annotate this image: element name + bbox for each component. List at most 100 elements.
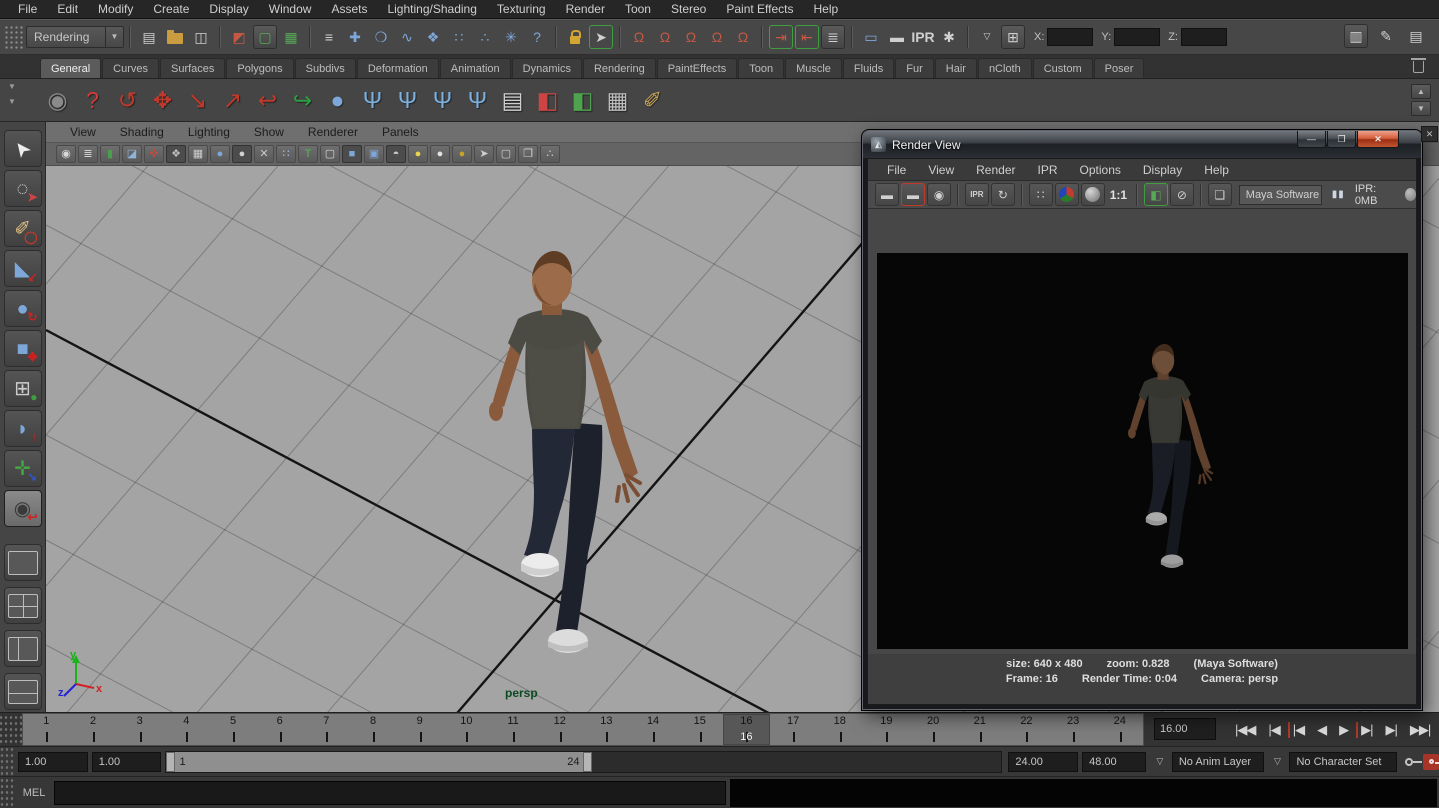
make-live-button[interactable]: Ω	[731, 25, 755, 49]
paint-selection-tool[interactable]: ✐◯	[4, 210, 42, 247]
shelf-tab-fur[interactable]: Fur	[895, 58, 934, 78]
animation-end-field[interactable]: 48.00	[1082, 752, 1146, 772]
shelf-item-tumble-camera[interactable]: ↺	[110, 82, 145, 118]
shelf-scroll-down-button[interactable]: ▼	[1411, 101, 1431, 116]
rgb-channels-button[interactable]	[1055, 183, 1079, 206]
timeline-frame-18[interactable]: 18	[816, 714, 863, 745]
character-model[interactable]	[480, 243, 665, 663]
command-drag-handle[interactable]	[0, 777, 14, 808]
shelf-item-delete-object[interactable]: ●	[320, 82, 355, 118]
shelf-tab-general[interactable]: General	[40, 58, 101, 78]
command-result-area[interactable]	[730, 779, 1437, 807]
render-view-menu-file[interactable]: File	[876, 163, 917, 177]
universal-manipulator-tool[interactable]: ⊞●	[4, 370, 42, 407]
step-forward-key-button[interactable]: ▶|	[1356, 722, 1377, 738]
timeline-frame-13[interactable]: 13	[583, 714, 630, 745]
toolbar-drag-handle[interactable]	[4, 25, 24, 49]
four-pane-layout-button[interactable]	[4, 587, 42, 624]
snap-spray-button[interactable]: ✳	[499, 25, 523, 49]
auto-keyframe-toggle[interactable]	[1423, 754, 1439, 770]
play-backwards-button[interactable]: ◀	[1312, 722, 1331, 738]
ipr-render-button[interactable]: IPR	[911, 25, 935, 49]
shelf-item-help[interactable]: ?	[75, 82, 110, 118]
snapshot-button[interactable]: ◉	[927, 183, 951, 206]
shelf-tab-deformation[interactable]: Deformation	[357, 58, 439, 78]
tumble-camera-icon[interactable]: ◉	[56, 145, 76, 163]
shelf-item-zoom-camera[interactable]: ↗	[215, 82, 250, 118]
output-connections-button[interactable]: ⇥	[795, 25, 819, 49]
shaded-cube-icon[interactable]: ■	[342, 145, 362, 163]
shelf-item-hierarchy-unparent[interactable]: Ψ	[460, 82, 495, 118]
open-scene-button[interactable]	[163, 25, 187, 49]
timeline-frame-10[interactable]: 10	[443, 714, 490, 745]
menu-lighting-shading[interactable]: Lighting/Shading	[377, 0, 486, 18]
shelf-tab-curves[interactable]: Curves	[102, 58, 159, 78]
menu-texturing[interactable]: Texturing	[487, 0, 556, 18]
timeline-frame-16[interactable]: 1616	[723, 714, 770, 745]
menu-modify[interactable]: Modify	[88, 0, 143, 18]
viewport-menu-panels[interactable]: Panels	[370, 125, 431, 139]
share-view-icon[interactable]: ∴	[540, 145, 560, 163]
shelf-tab-hair[interactable]: Hair	[935, 58, 977, 78]
play-forwards-button[interactable]: ▶	[1334, 722, 1353, 738]
pane-close-button[interactable]: ✕	[1421, 126, 1438, 142]
shelf-item-select-object-cursor[interactable]: ◧	[530, 82, 565, 118]
snap-to-point-button[interactable]: Ω	[679, 25, 703, 49]
z-coordinate-input[interactable]	[1181, 28, 1227, 46]
snap-move-button[interactable]: ✚	[343, 25, 367, 49]
render-settings-button[interactable]: ✱	[937, 25, 961, 49]
timeline-frame-8[interactable]: 8	[350, 714, 397, 745]
hud-text-icon[interactable]: T	[298, 145, 318, 163]
maximize-button[interactable]: ❐	[1327, 131, 1356, 148]
camera-tumble-tool[interactable]: ◉↩	[4, 490, 42, 527]
select-by-component-button[interactable]: ▦	[279, 25, 303, 49]
channel-box-toggle[interactable]: ▥	[1344, 24, 1368, 48]
sort-button[interactable]: ≡	[317, 25, 341, 49]
shelf-tab-subdivs[interactable]: Subdivs	[295, 58, 356, 78]
no-texture-icon[interactable]: ✕	[254, 145, 274, 163]
shelf-tab-painteffects[interactable]: PaintEffects	[657, 58, 738, 78]
shelf-tab-toon[interactable]: Toon	[738, 58, 784, 78]
snap-help-button[interactable]: ?	[525, 25, 549, 49]
remove-image-button[interactable]: ⊘	[1170, 183, 1194, 206]
shaded-sphere-icon[interactable]: ●	[210, 145, 230, 163]
shelf-item-film-reel[interactable]: ◉	[40, 82, 75, 118]
x-coordinate-input[interactable]	[1047, 28, 1093, 46]
shelf-item-hierarchy-parent[interactable]: Ψ	[390, 82, 425, 118]
input-connections-button[interactable]: ⇥	[769, 25, 793, 49]
soft-modification-tool[interactable]: ◗↑	[4, 410, 42, 447]
timeline-frame-3[interactable]: 3	[116, 714, 163, 745]
shelf-tab-rendering[interactable]: Rendering	[583, 58, 656, 78]
layered-view-icon[interactable]: ❐	[518, 145, 538, 163]
animation-start-field[interactable]: 1.00	[18, 752, 88, 772]
timeline-frame-12[interactable]: 12	[536, 714, 583, 745]
snap-curve-button[interactable]: ∿	[395, 25, 419, 49]
shelf-item-dolly-camera[interactable]: ↘	[180, 82, 215, 118]
timeline-frame-17[interactable]: 17	[770, 714, 817, 745]
pan-zoom-icon[interactable]: ✜	[144, 145, 164, 163]
timeline-frame-15[interactable]: 15	[676, 714, 723, 745]
single-pane-layout-button[interactable]	[4, 544, 42, 581]
menu-edit[interactable]: Edit	[47, 0, 88, 18]
shelf-tab-poser[interactable]: Poser	[1094, 58, 1145, 78]
timeline-frame-5[interactable]: 5	[210, 714, 257, 745]
step-back-key-button[interactable]: |◀	[1288, 722, 1309, 738]
range-drag-handle[interactable]	[0, 747, 14, 776]
shelf-tab-surfaces[interactable]: Surfaces	[160, 58, 225, 78]
keep-image-button[interactable]: ❏	[1208, 183, 1232, 206]
film-gate-icon[interactable]: ▦	[188, 145, 208, 163]
rotate-tool[interactable]: ●↻	[4, 290, 42, 327]
wire-cube-icon[interactable]: ▢	[496, 145, 516, 163]
timeline-frame-19[interactable]: 19	[863, 714, 910, 745]
renderer-selector[interactable]: Maya Software	[1239, 185, 1322, 205]
lasso-select-tool[interactable]: ◌➤	[4, 170, 42, 207]
current-time-input[interactable]	[1154, 718, 1216, 740]
viewport-menu-lighting[interactable]: Lighting	[176, 125, 242, 139]
shelf-tab-fluids[interactable]: Fluids	[843, 58, 894, 78]
shelf-tab-muscle[interactable]: Muscle	[785, 58, 842, 78]
anim-layer-menu-button[interactable]: ▽	[1152, 754, 1168, 770]
step-back-frame-button[interactable]: |◀	[1263, 722, 1284, 738]
timeline-frame-6[interactable]: 6	[256, 714, 303, 745]
new-scene-button[interactable]: ▤	[137, 25, 161, 49]
viewport-menu-view[interactable]: View	[58, 125, 108, 139]
